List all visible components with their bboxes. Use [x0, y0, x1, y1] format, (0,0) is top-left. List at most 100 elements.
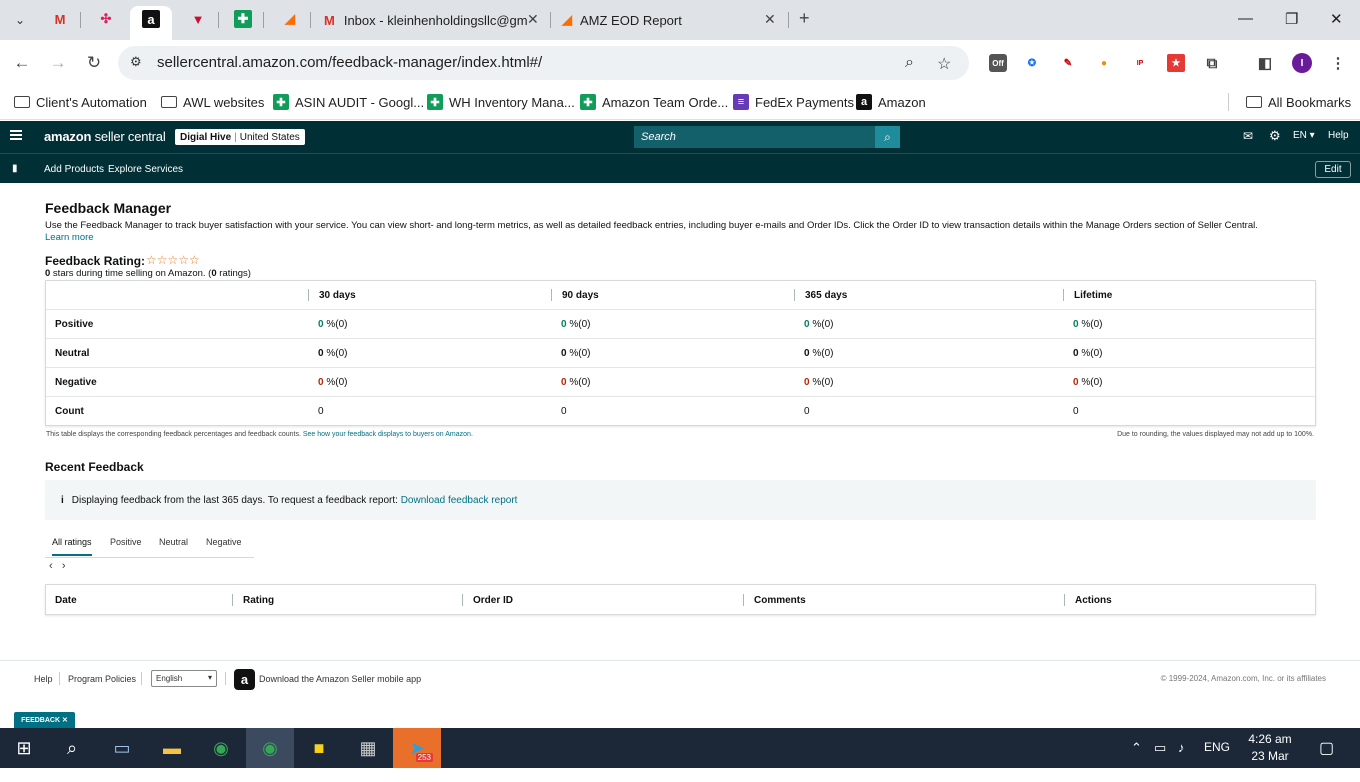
- help-link[interactable]: Help: [1328, 130, 1349, 141]
- telegram-icon[interactable]: ➤ 253: [393, 728, 441, 768]
- hamburger-menu-icon[interactable]: [10, 130, 22, 140]
- amazon-app-icon[interactable]: a: [234, 669, 255, 690]
- close-tab-icon[interactable]: ✕: [527, 11, 539, 28]
- mail-icon[interactable]: ✉: [1243, 129, 1253, 143]
- pager: ‹ ›: [49, 560, 66, 572]
- bookmark-label: Amazon Team Orde...: [602, 94, 729, 110]
- footer-program-policies-link[interactable]: Program Policies: [68, 674, 136, 684]
- zoom-icon[interactable]: ⌕: [905, 54, 914, 72]
- bookmark-wh-inventory[interactable]: ✚ WH Inventory Mana...: [427, 92, 575, 112]
- bookmark-fedex-payments[interactable]: ≡ FedEx Payments: [733, 92, 854, 112]
- search-icon[interactable]: ⌕: [875, 126, 900, 148]
- bookmark-amazon[interactable]: a Amazon: [856, 92, 926, 112]
- col-comments[interactable]: Comments: [754, 595, 806, 606]
- bookmark-amazon-team-orders[interactable]: ✚ Amazon Team Orde...: [580, 92, 728, 112]
- bookmark-asin-audit[interactable]: ✚ ASIN AUDIT - Googl...: [273, 92, 424, 112]
- address-bar[interactable]: ⚙ sellercentral.amazon.com/feedback-mana…: [118, 46, 969, 80]
- col-rating[interactable]: Rating: [243, 595, 274, 606]
- ext-star-icon[interactable]: ★: [1167, 54, 1185, 72]
- search-input[interactable]: Search: [634, 126, 875, 148]
- nav-explore-services[interactable]: Explore Services: [108, 164, 183, 175]
- tab-neutral[interactable]: Neutral: [159, 537, 188, 547]
- info-icon: i: [61, 494, 64, 506]
- footer-help-link[interactable]: Help: [34, 674, 53, 684]
- volume-icon[interactable]: ♪: [1178, 740, 1185, 755]
- tab-gmail-inbox[interactable]: M Inbox - kleinhenholdingsllc@gm: [324, 6, 528, 34]
- sheets-icon[interactable]: ✚: [234, 10, 252, 28]
- url-text[interactable]: sellercentral.amazon.com/feedback-manage…: [157, 54, 542, 71]
- menu-kebab-icon[interactable]: ⋮: [1329, 54, 1347, 72]
- ext-sellics-icon[interactable]: ✎: [1059, 54, 1077, 72]
- extensions-puzzle-icon[interactable]: ⧉: [1203, 54, 1221, 72]
- bookmark-star-icon[interactable]: ☆: [937, 54, 951, 74]
- tab-search-chevron-icon[interactable]: ⌄: [8, 8, 32, 32]
- tab-negative[interactable]: Negative: [206, 537, 242, 547]
- tab-amz-eod-report[interactable]: ◢ AMZ EOD Report: [562, 6, 682, 34]
- footer-divider: [59, 672, 60, 685]
- clock[interactable]: 4:26 am 23 Mar 2024: [1238, 731, 1302, 782]
- sticky-notes-icon[interactable]: ■: [295, 728, 343, 768]
- feedback-badge-button[interactable]: FEEDBACK ✕: [14, 712, 75, 728]
- close-icon[interactable]: ✕: [62, 716, 68, 724]
- rating-text-end: ratings): [216, 268, 251, 279]
- slack-icon[interactable]: ✣: [97, 10, 115, 28]
- close-window-icon[interactable]: ✕: [1330, 10, 1343, 28]
- col-date[interactable]: Date: [55, 595, 77, 606]
- search-icon[interactable]: ⌕: [48, 728, 96, 768]
- positive-365: 0: [804, 319, 810, 330]
- network-icon[interactable]: ▭: [1154, 740, 1166, 756]
- edit-nav-button[interactable]: Edit: [1315, 161, 1351, 178]
- windows-start-icon[interactable]: ⊞: [0, 728, 48, 768]
- footer-language-select[interactable]: English ▾: [151, 670, 217, 687]
- nav-add-products[interactable]: Add Products: [44, 164, 104, 175]
- col-actions[interactable]: Actions: [1075, 595, 1112, 606]
- ext-helium-icon[interactable]: ●: [1095, 54, 1113, 72]
- settings-gear-icon[interactable]: ⚙: [1269, 128, 1281, 144]
- cell-suffix: %(0): [569, 377, 591, 388]
- prev-page-icon[interactable]: ‹: [49, 560, 53, 572]
- language-selector[interactable]: EN ▾: [1293, 130, 1315, 141]
- bookmark-awl-websites[interactable]: AWL websites: [161, 92, 264, 112]
- tab-positive[interactable]: Positive: [110, 537, 142, 547]
- calculator-icon[interactable]: ▦: [344, 728, 392, 768]
- download-app-link[interactable]: Download the Amazon Seller mobile app: [259, 674, 421, 684]
- download-report-link[interactable]: Download feedback report: [401, 495, 518, 506]
- language-indicator[interactable]: ENG: [1204, 740, 1230, 754]
- minimize-icon[interactable]: —: [1238, 10, 1253, 27]
- ext-off-icon[interactable]: Off: [989, 54, 1007, 72]
- tab-all-ratings[interactable]: All ratings: [52, 537, 92, 556]
- gmail-icon[interactable]: M: [51, 10, 69, 28]
- bookmark-label: ASIN AUDIT - Googl...: [295, 94, 425, 110]
- notifications-icon[interactable]: ▢: [1319, 738, 1334, 758]
- valorant-icon[interactable]: ▼: [189, 10, 207, 28]
- close-tab-icon[interactable]: ✕: [764, 11, 776, 28]
- back-icon[interactable]: ←: [11, 52, 33, 74]
- restore-icon[interactable]: ❐: [1285, 10, 1298, 28]
- buyer-view-link[interactable]: See how your feedback displays to buyers…: [303, 431, 473, 438]
- next-page-icon[interactable]: ›: [62, 560, 66, 572]
- bookmark-clients-automation[interactable]: Client's Automation: [14, 92, 147, 112]
- desktop-app-icon[interactable]: ▭: [98, 728, 146, 768]
- bookmark-nav-icon[interactable]: ▮: [12, 163, 18, 174]
- file-explorer-icon[interactable]: ▬: [148, 728, 196, 768]
- col-order-id[interactable]: Order ID: [473, 595, 513, 606]
- side-panel-icon[interactable]: ◧: [1256, 54, 1274, 72]
- forward-icon[interactable]: →: [47, 52, 69, 74]
- cell-suffix: %(0): [812, 319, 834, 330]
- learn-more-link[interactable]: Learn more: [45, 232, 94, 243]
- reload-icon[interactable]: ↻: [83, 52, 105, 74]
- chrome-icon[interactable]: ◉: [197, 728, 245, 768]
- ext-ip-alert-icon[interactable]: IP: [1131, 54, 1149, 72]
- chrome-profile-icon[interactable]: ◉: [246, 728, 294, 768]
- tray-chevron-up-icon[interactable]: ⌃: [1131, 740, 1142, 756]
- extension-tab-icon[interactable]: ◢: [281, 10, 299, 28]
- ext-keepa-icon[interactable]: ✪: [1023, 54, 1041, 72]
- store-selector[interactable]: Digial Hive | United States: [175, 129, 305, 145]
- all-bookmarks[interactable]: All Bookmarks: [1246, 92, 1351, 112]
- tab-amazon-active[interactable]: a: [130, 6, 172, 40]
- profile-avatar[interactable]: I: [1292, 53, 1312, 73]
- new-tab-icon[interactable]: +: [799, 8, 810, 29]
- info-text: Displaying feedback from the last 365 da…: [71, 494, 398, 506]
- seller-central-logo[interactable]: amazon seller central: [44, 129, 166, 144]
- site-info-icon[interactable]: ⚙: [130, 54, 142, 70]
